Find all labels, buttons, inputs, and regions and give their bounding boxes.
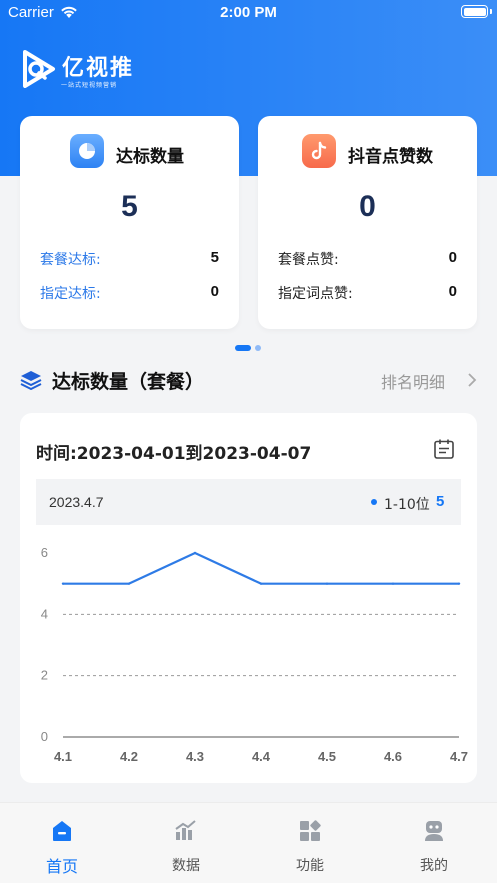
- card-value: 5: [121, 190, 138, 223]
- section-title: 达标数量（套餐）: [52, 371, 205, 393]
- card-row-package-likes: 套餐点赞: 0: [278, 249, 457, 269]
- home-icon: [50, 819, 74, 847]
- tab-features[interactable]: 功能: [248, 803, 372, 883]
- card-row-keyword-likes: 指定词点赞: 0: [278, 283, 457, 303]
- y-tick-label: 2: [41, 668, 48, 683]
- douyin-likes-card[interactable]: 抖音点赞数 0 套餐点赞: 0 指定词点赞: 0: [258, 116, 477, 329]
- x-tick-label: 4.7: [450, 749, 468, 764]
- card-title: 达标数量: [116, 147, 184, 167]
- chart-card: 时间:2023-04-01到2023-04-07 2023.4.7 1-10位 …: [20, 413, 477, 783]
- series-line: [63, 551, 459, 585]
- brand-name: 亿视推: [62, 56, 135, 81]
- data-point: [193, 551, 197, 555]
- row-label: 套餐点赞:: [278, 252, 339, 268]
- x-tick-label: 4.2: [120, 749, 138, 764]
- tab-label: 首页: [45, 857, 78, 876]
- row-value: 0: [210, 283, 219, 300]
- y-tick-label: 4: [41, 606, 48, 621]
- data-point: [325, 582, 329, 585]
- data-point: [457, 582, 461, 585]
- tab-label: 功能: [296, 858, 324, 874]
- battery-tip: [490, 9, 492, 14]
- status-bar: Carrier 2:00 PM: [0, 0, 497, 26]
- row-label: 套餐达标:: [40, 252, 101, 268]
- bottom-tab-bar: 首页 数据 功能 我的: [0, 802, 497, 883]
- tab-label: 我的: [420, 858, 448, 874]
- tab-profile[interactable]: 我的: [372, 803, 496, 883]
- ranking-detail-link[interactable]: 排名明细: [381, 369, 445, 393]
- qualified-count-card[interactable]: 达标数量 5 套餐达标: 5 指定达标: 0: [20, 116, 239, 329]
- x-tick-label: 4.6: [384, 749, 402, 764]
- y-tick-label: 6: [41, 545, 48, 560]
- tab-data[interactable]: 数据: [124, 803, 248, 883]
- chevron-right-icon[interactable]: [467, 372, 477, 392]
- row-label: 指定达标:: [40, 286, 101, 302]
- brand-logo: 亿视推 一站式短视频营销: [19, 50, 132, 92]
- data-point: [259, 582, 263, 585]
- carousel-dot[interactable]: [255, 345, 261, 351]
- card-title: 抖音点赞数: [348, 147, 433, 167]
- clock-time: 2:00 PM: [220, 4, 277, 21]
- brand-tagline: 一站式短视频营销: [61, 82, 118, 89]
- tab-home[interactable]: 首页: [0, 803, 124, 883]
- row-value: 0: [448, 249, 457, 266]
- y-tick-label: 0: [41, 729, 48, 744]
- pie-chart-icon: [70, 134, 104, 168]
- row-label: 指定词点赞:: [278, 286, 353, 302]
- x-tick-label: 4.4: [252, 749, 271, 764]
- data-point: [127, 582, 131, 585]
- tab-label: 数据: [172, 858, 200, 874]
- x-tick-label: 4.5: [318, 749, 336, 764]
- data-chart-icon: [174, 819, 198, 847]
- data-point: [391, 582, 395, 585]
- x-tick-label: 4.3: [186, 749, 204, 764]
- row-value: 0: [448, 283, 457, 300]
- play-logo-icon: [23, 50, 55, 88]
- line-chart[interactable]: 0 2 4 6 4.1 4.2 4.3 4.4 4.5 4.6 4.7: [20, 413, 477, 783]
- battery-icon: [461, 5, 488, 18]
- card-row-package: 套餐达标: 5: [40, 249, 219, 269]
- grid-apps-icon: [298, 819, 322, 847]
- row-value: 5: [210, 249, 219, 266]
- layers-icon: [20, 369, 42, 395]
- x-tick-label: 4.1: [54, 749, 72, 764]
- card-value: 0: [359, 190, 376, 223]
- data-point: [61, 582, 65, 585]
- carousel-dot-active[interactable]: [235, 345, 251, 351]
- profile-icon: [422, 819, 446, 847]
- tiktok-icon: [302, 134, 336, 168]
- card-row-specified: 指定达标: 0: [40, 283, 219, 303]
